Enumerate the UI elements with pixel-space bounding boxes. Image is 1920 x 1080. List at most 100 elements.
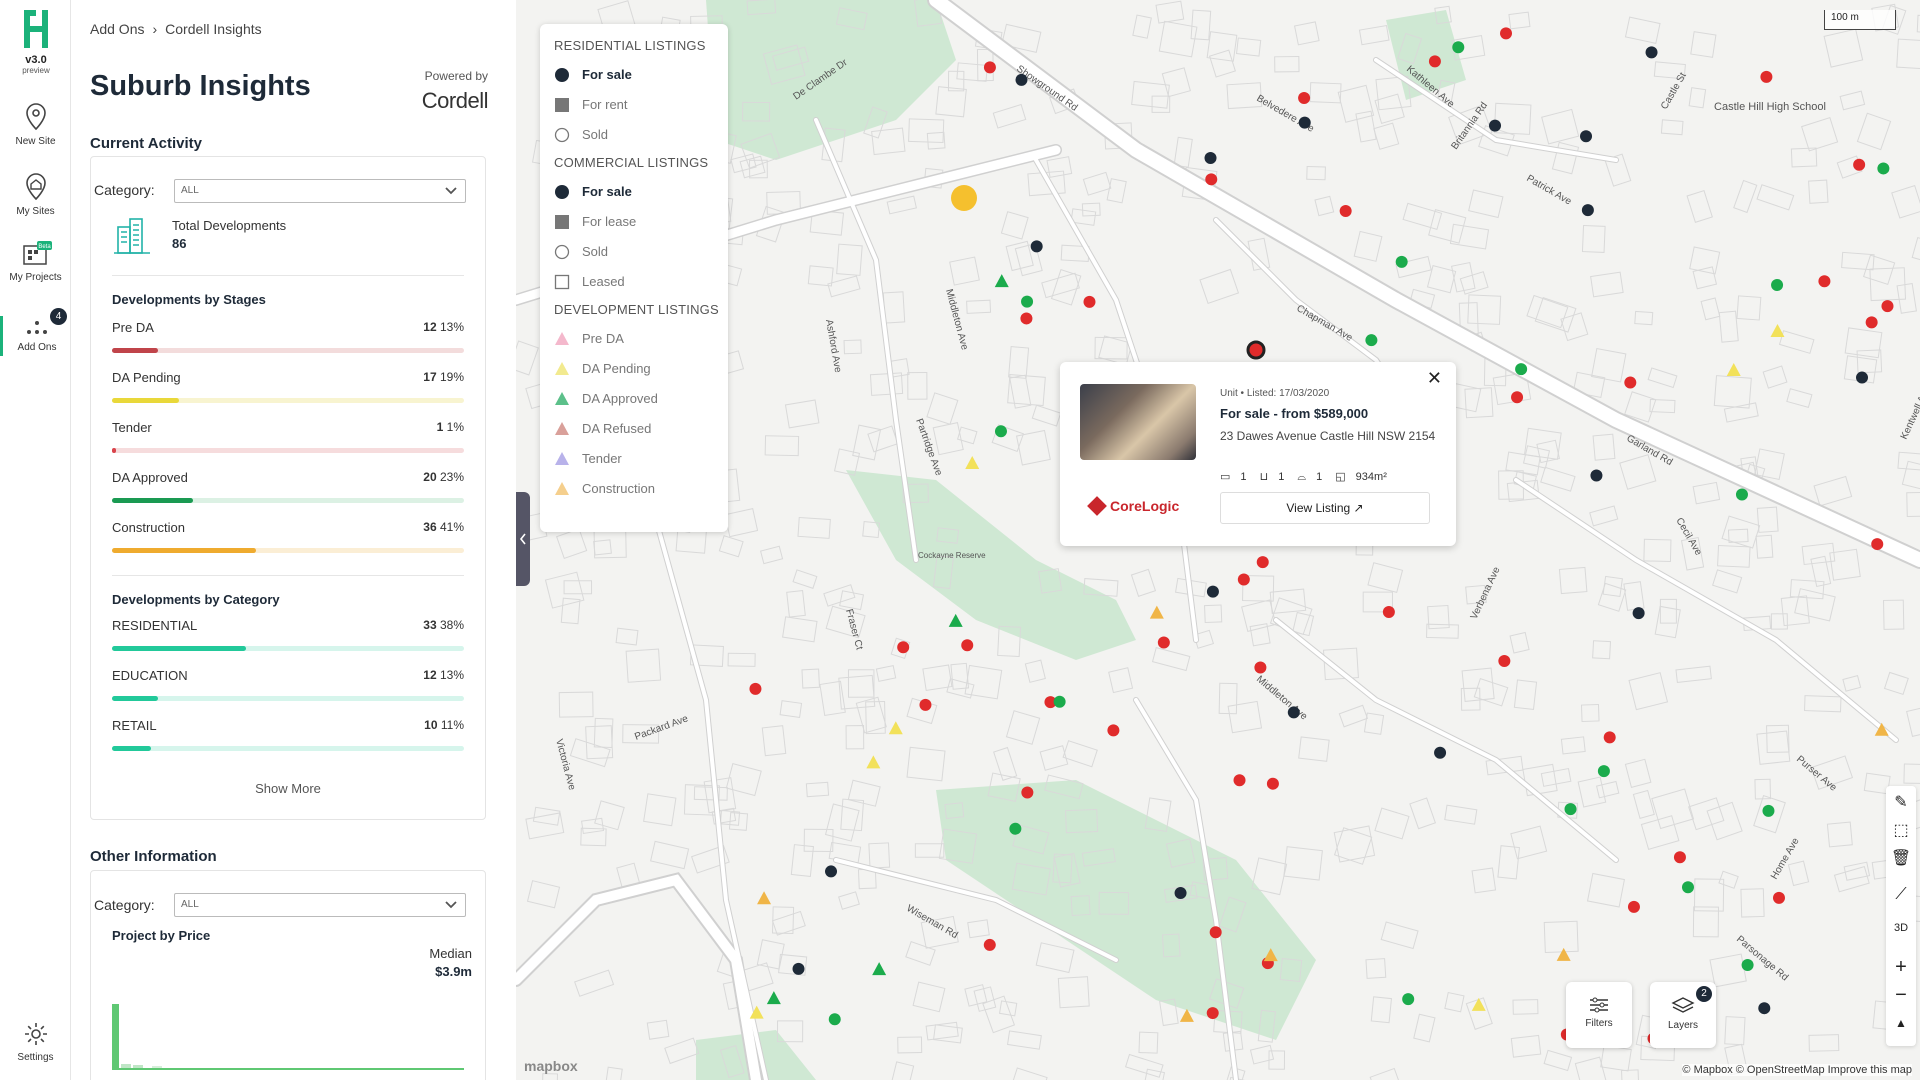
zoom-in-icon[interactable]: + <box>1886 956 1916 979</box>
map-attribution[interactable]: © Mapbox © OpenStreetMap Improve this ma… <box>1682 1064 1912 1076</box>
listing-marker[interactable] <box>983 938 996 951</box>
listing-marker[interactable] <box>1021 786 1034 799</box>
filters-button[interactable]: Filters <box>1566 982 1632 1048</box>
listing-marker[interactable] <box>1021 295 1034 308</box>
layers-button[interactable]: 2 Layers <box>1650 982 1716 1048</box>
legend-item-tender[interactable]: Tender <box>554 451 728 481</box>
listing-marker[interactable] <box>1772 891 1785 904</box>
listing-marker[interactable] <box>1760 70 1773 83</box>
listing-marker[interactable] <box>1209 926 1222 939</box>
category-select[interactable]: ALL <box>174 179 466 203</box>
listing-marker[interactable] <box>1856 371 1869 384</box>
listing-marker[interactable] <box>828 1013 841 1026</box>
map-canvas[interactable]: Showground Rd De Clambe Dr Belvedere Ave Ka… <box>516 0 1920 1080</box>
listing-marker[interactable] <box>1365 334 1378 347</box>
app-logo[interactable]: v3.0 preview <box>14 10 58 75</box>
listing-marker[interactable] <box>1580 130 1593 143</box>
listing-marker[interactable] <box>983 61 996 74</box>
rail-item-my-sites[interactable]: My Sites <box>0 172 71 217</box>
listing-marker[interactable] <box>1818 275 1831 288</box>
breadcrumb-add-ons[interactable]: Add Ons <box>90 21 144 37</box>
listing-marker[interactable] <box>1498 655 1511 668</box>
listing-marker[interactable] <box>919 698 932 711</box>
listing-marker[interactable] <box>1627 900 1640 913</box>
listing-marker[interactable] <box>1053 695 1066 708</box>
ruler-icon[interactable]: ⟋ <box>1886 886 1916 904</box>
rail-item-settings[interactable]: Settings <box>0 1020 71 1063</box>
show-more-button[interactable]: Show More <box>112 781 464 796</box>
listing-marker[interactable] <box>1853 158 1866 171</box>
listing-marker[interactable] <box>1489 119 1502 132</box>
listing-marker[interactable] <box>1298 116 1311 129</box>
listing-marker[interactable] <box>1511 391 1524 404</box>
listing-marker[interactable] <box>825 865 838 878</box>
listing-marker[interactable] <box>1603 731 1616 744</box>
listing-marker[interactable] <box>1206 585 1219 598</box>
listing-marker[interactable] <box>1030 240 1043 253</box>
listing-marker[interactable] <box>1624 376 1637 389</box>
listing-marker[interactable] <box>1673 851 1686 864</box>
listing-marker[interactable] <box>994 425 1007 438</box>
breadcrumb-cordell-insights[interactable]: Cordell Insights <box>165 21 262 37</box>
listing-marker[interactable] <box>1233 774 1246 787</box>
listing-marker[interactable] <box>1382 605 1395 618</box>
listing-marker[interactable] <box>1402 993 1415 1006</box>
listing-marker[interactable] <box>1254 661 1267 674</box>
listing-marker[interactable] <box>749 682 762 695</box>
selected-listing-marker[interactable] <box>1246 340 1266 360</box>
legend-item-for-sale[interactable]: For sale <box>554 67 728 97</box>
legend-item-for-rent[interactable]: For rent <box>554 97 728 127</box>
panel-collapse-toggle[interactable] <box>516 492 530 586</box>
listing-marker[interactable] <box>1266 777 1279 790</box>
listing-marker[interactable] <box>1515 363 1528 376</box>
legend-item-da-refused[interactable]: DA Refused <box>554 421 728 451</box>
listing-marker[interactable] <box>1877 162 1890 175</box>
legend-item-pre-da[interactable]: Pre DA <box>554 331 728 361</box>
listing-marker[interactable] <box>1204 152 1217 165</box>
listing-marker[interactable] <box>1762 804 1775 817</box>
legend-item-da-approved[interactable]: DA Approved <box>554 391 728 421</box>
legend-item-sold[interactable]: Sold <box>554 244 728 274</box>
rail-item-my-projects[interactable]: Beta My Projects <box>0 240 71 283</box>
listing-marker[interactable] <box>1590 469 1603 482</box>
listing-marker[interactable] <box>1287 706 1300 719</box>
listing-marker[interactable] <box>1434 746 1447 759</box>
listing-marker[interactable] <box>1298 91 1311 104</box>
pencil-icon[interactable]: ✎ <box>1886 792 1916 812</box>
listing-marker[interactable] <box>1758 1002 1771 1015</box>
listing-marker[interactable] <box>1500 27 1513 40</box>
listing-marker[interactable] <box>1681 881 1694 894</box>
compass-icon[interactable]: ▲ <box>1886 1016 1916 1030</box>
listing-marker[interactable] <box>1020 312 1033 325</box>
3d-icon[interactable]: 3D <box>1886 922 1916 934</box>
listing-marker[interactable] <box>1564 803 1577 816</box>
listing-marker[interactable] <box>1395 255 1408 268</box>
zoom-out-icon[interactable]: − <box>1886 984 1916 1007</box>
legend-item-for-lease[interactable]: For lease <box>554 214 728 244</box>
listing-marker[interactable] <box>1881 300 1894 313</box>
listing-marker[interactable] <box>1428 55 1441 68</box>
listing-marker[interactable] <box>1157 636 1170 649</box>
listing-marker[interactable] <box>897 641 910 654</box>
listing-marker[interactable] <box>1735 488 1748 501</box>
listing-marker[interactable] <box>1009 822 1022 835</box>
legend-item-da-pending[interactable]: DA Pending <box>554 361 728 391</box>
listing-marker[interactable] <box>1015 73 1028 86</box>
trash-icon[interactable]: 🗑 <box>1886 848 1916 868</box>
rail-item-add-ons[interactable]: 4 Add Ons <box>0 308 71 356</box>
close-icon[interactable]: ✕ <box>1427 368 1442 389</box>
listing-marker[interactable] <box>1741 959 1754 972</box>
listing-marker[interactable] <box>1107 724 1120 737</box>
listing-marker[interactable] <box>1237 573 1250 586</box>
legend-item-leased[interactable]: Leased <box>554 274 728 304</box>
listing-marker[interactable] <box>1632 607 1645 620</box>
listing-marker[interactable] <box>1597 765 1610 778</box>
listing-marker[interactable] <box>1771 278 1784 291</box>
listing-marker[interactable] <box>1581 204 1594 217</box>
listing-marker[interactable] <box>1083 295 1096 308</box>
listing-marker[interactable] <box>1452 41 1465 54</box>
polygon-icon[interactable]: ⬚ <box>1886 820 1916 840</box>
listing-marker[interactable] <box>1256 556 1269 569</box>
legend-item-for-sale[interactable]: For sale <box>554 184 728 214</box>
listing-marker[interactable] <box>961 639 974 652</box>
